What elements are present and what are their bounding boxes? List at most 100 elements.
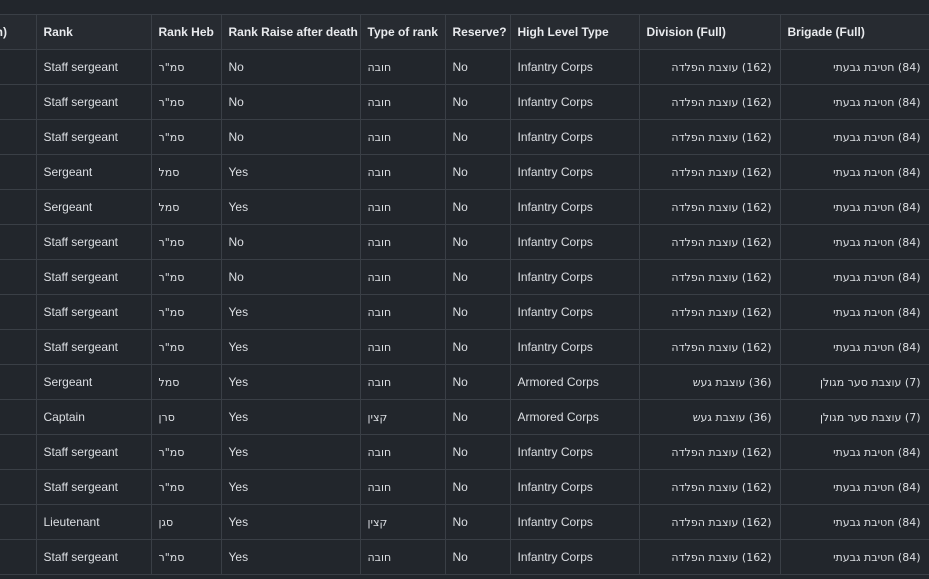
column-header-rank[interactable]: Rank xyxy=(36,14,152,50)
cell-rank-raise[interactable]: Yes xyxy=(221,294,361,330)
cell-division[interactable]: (162) עוצבת הפלדה xyxy=(639,329,781,365)
cell-rank-raise[interactable]: Yes xyxy=(221,189,361,225)
cell-high-level-type[interactable]: Infantry Corps xyxy=(510,189,640,225)
table-row[interactable]: Sergeant סמל Yes חובה No Infantry Corps (162) … xyxy=(0,154,929,190)
cell-location[interactable] xyxy=(0,224,37,260)
cell-location[interactable] xyxy=(0,399,37,435)
column-header-brigade[interactable]: Brigade (Full) xyxy=(780,14,929,50)
cell-division[interactable]: (162) עוצבת הפלדה xyxy=(639,294,781,330)
cell-reserve[interactable]: No xyxy=(445,154,511,190)
cell-high-level-type[interactable]: Infantry Corps xyxy=(510,84,640,120)
cell-location[interactable] xyxy=(0,294,37,330)
cell-division[interactable]: (36) עוצבת געש xyxy=(639,364,781,400)
cell-reserve[interactable]: No xyxy=(445,259,511,295)
cell-brigade[interactable]: (84) חטיבת גבעתי xyxy=(780,294,929,330)
cell-type-of-rank[interactable]: חובה xyxy=(360,189,446,225)
cell-type-of-rank[interactable]: חובה xyxy=(360,49,446,85)
cell-rank-heb[interactable]: סרן xyxy=(151,399,222,435)
table-row[interactable]: Staff sergeant סמ"ר Yes חובה No Infantry Corp… xyxy=(0,469,929,505)
cell-rank-heb[interactable]: סמ"ר xyxy=(151,539,222,575)
cell-rank-raise[interactable]: Yes xyxy=(221,329,361,365)
cell-location[interactable] xyxy=(0,259,37,295)
cell-brigade[interactable]: (84) חטיבת גבעתי xyxy=(780,469,929,505)
cell-rank[interactable]: Staff sergeant xyxy=(36,224,152,260)
cell-rank-heb[interactable]: סמל xyxy=(151,364,222,400)
cell-brigade[interactable]: (84) חטיבת גבעתי xyxy=(780,154,929,190)
cell-brigade[interactable]: (84) חטיבת גבעתי xyxy=(780,434,929,470)
cell-brigade[interactable]: (84) חטיבת גבעתי xyxy=(780,49,929,85)
table-row[interactable]: Sergeant סמל Yes חובה No Armored Corps (36) עו… xyxy=(0,364,929,400)
table-row[interactable]: Staff sergeant סמ"ר Yes חובה No Infantry Corp… xyxy=(0,434,929,470)
cell-rank-raise[interactable]: Yes xyxy=(221,154,361,190)
cell-type-of-rank[interactable]: קצין xyxy=(360,399,446,435)
cell-high-level-type[interactable]: Infantry Corps xyxy=(510,259,640,295)
table-row[interactable]: Staff sergeant סמ"ר No חובה No Infantry Corps… xyxy=(0,84,929,120)
cell-brigade[interactable]: (7) עוצבת סער מגולן xyxy=(780,364,929,400)
cell-rank-heb[interactable]: סמ"ר xyxy=(151,259,222,295)
cell-rank-raise[interactable]: No xyxy=(221,119,361,155)
cell-location[interactable] xyxy=(0,504,37,540)
table-row[interactable]: Staff sergeant סמ"ר No חובה No Infantry Corps… xyxy=(0,119,929,155)
cell-rank-heb[interactable]: סמל xyxy=(151,154,222,190)
cell-location[interactable] xyxy=(0,49,37,85)
cell-type-of-rank[interactable]: חובה xyxy=(360,469,446,505)
cell-type-of-rank[interactable]: חובה xyxy=(360,434,446,470)
cell-rank[interactable]: Captain xyxy=(36,399,152,435)
cell-rank-raise[interactable]: Yes xyxy=(221,434,361,470)
column-header-division[interactable]: Division (Full) xyxy=(639,14,781,50)
cell-rank-raise[interactable]: No xyxy=(221,84,361,120)
cell-type-of-rank[interactable]: חובה xyxy=(360,259,446,295)
cell-rank-raise[interactable]: Yes xyxy=(221,399,361,435)
cell-division[interactable]: (162) עוצבת הפלדה xyxy=(639,434,781,470)
cell-rank[interactable]: Staff sergeant xyxy=(36,434,152,470)
column-header-high-level-type[interactable]: High Level Type xyxy=(510,14,640,50)
cell-location[interactable] xyxy=(0,329,37,365)
table-row[interactable]: Staff sergeant סמ"ר No חובה No Infantry Corps… xyxy=(0,224,929,260)
cell-rank-heb[interactable]: סמ"ר xyxy=(151,84,222,120)
cell-type-of-rank[interactable]: חובה xyxy=(360,84,446,120)
cell-reserve[interactable]: No xyxy=(445,434,511,470)
cell-reserve[interactable]: No xyxy=(445,329,511,365)
cell-rank[interactable]: Staff sergeant xyxy=(36,469,152,505)
cell-rank-heb[interactable]: סמ"ר xyxy=(151,119,222,155)
cell-rank-raise[interactable]: Yes xyxy=(221,504,361,540)
cell-brigade[interactable]: (84) חטיבת גבעתי xyxy=(780,259,929,295)
cell-reserve[interactable]: No xyxy=(445,504,511,540)
cell-reserve[interactable]: No xyxy=(445,399,511,435)
cell-rank-heb[interactable]: סמ"ר xyxy=(151,49,222,85)
cell-rank[interactable]: Staff sergeant xyxy=(36,294,152,330)
cell-division[interactable]: (162) עוצבת הפלדה xyxy=(639,49,781,85)
cell-division[interactable]: (162) עוצבת הפלדה xyxy=(639,84,781,120)
cell-high-level-type[interactable]: Infantry Corps xyxy=(510,469,640,505)
cell-reserve[interactable]: No xyxy=(445,294,511,330)
cell-type-of-rank[interactable]: חובה xyxy=(360,364,446,400)
column-header-rank-heb[interactable]: Rank Heb xyxy=(151,14,222,50)
cell-high-level-type[interactable]: Infantry Corps xyxy=(510,224,640,260)
table-row[interactable]: Staff sergeant סמ"ר Yes חובה No Infantry Corp… xyxy=(0,539,929,575)
cell-division[interactable]: (162) עוצבת הפלדה xyxy=(639,189,781,225)
cell-rank[interactable]: Sergeant xyxy=(36,189,152,225)
cell-location[interactable] xyxy=(0,434,37,470)
cell-type-of-rank[interactable]: חובה xyxy=(360,224,446,260)
cell-brigade[interactable]: (84) חטיבת גבעתי xyxy=(780,84,929,120)
cell-rank-raise[interactable]: No xyxy=(221,49,361,85)
cell-rank[interactable]: Sergeant xyxy=(36,154,152,190)
cell-type-of-rank[interactable]: חובה xyxy=(360,294,446,330)
cell-rank-heb[interactable]: סמ"ר xyxy=(151,434,222,470)
cell-location[interactable] xyxy=(0,189,37,225)
cell-division[interactable]: (162) עוצבת הפלדה xyxy=(639,119,781,155)
cell-brigade[interactable]: (7) עוצבת סער מגולן xyxy=(780,399,929,435)
cell-division[interactable]: (162) עוצבת הפלדה xyxy=(639,469,781,505)
cell-rank[interactable]: Staff sergeant xyxy=(36,84,152,120)
cell-division[interactable]: (36) עוצבת געש xyxy=(639,399,781,435)
cell-reserve[interactable]: No xyxy=(445,469,511,505)
column-header-type-of-rank[interactable]: Type of rank xyxy=(360,14,446,50)
cell-rank-heb[interactable]: סמ"ר xyxy=(151,224,222,260)
cell-high-level-type[interactable]: Infantry Corps xyxy=(510,434,640,470)
cell-brigade[interactable]: (84) חטיבת גבעתי xyxy=(780,539,929,575)
cell-reserve[interactable]: No xyxy=(445,539,511,575)
cell-location[interactable] xyxy=(0,364,37,400)
cell-division[interactable]: (162) עוצבת הפלדה xyxy=(639,224,781,260)
cell-type-of-rank[interactable]: חובה xyxy=(360,119,446,155)
cell-location[interactable] xyxy=(0,154,37,190)
